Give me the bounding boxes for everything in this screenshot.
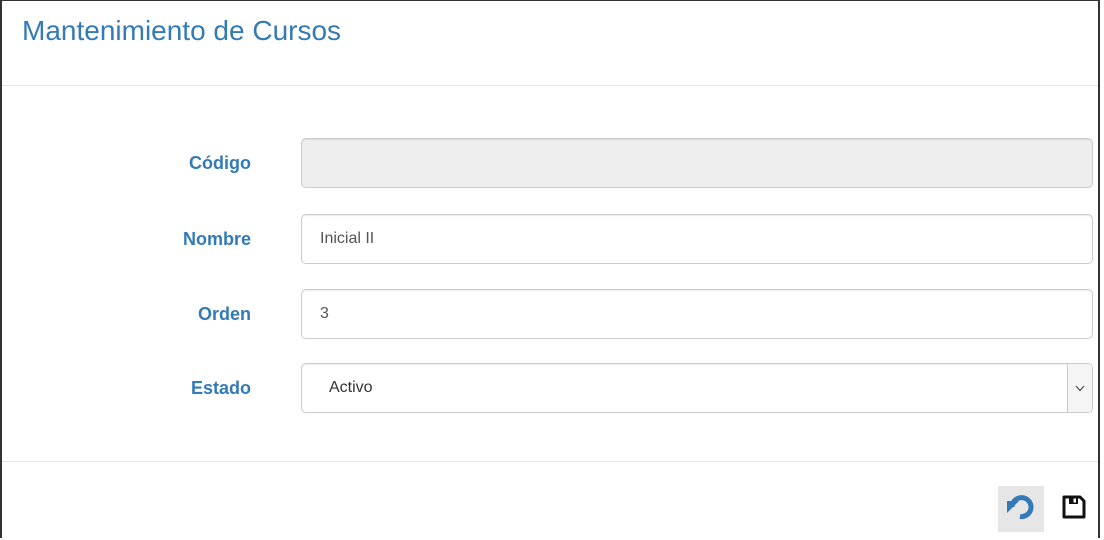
form-row-orden: Orden [2,289,1098,339]
modal-header: Mantenimiento de Cursos [2,1,1098,86]
estado-selected-value: Activo [329,379,373,396]
form-row-estado: Estado Activo [2,363,1098,413]
nombre-label: Nombre [182,229,251,249]
orden-label: Orden [197,304,251,324]
form-row-codigo: Código [2,138,1098,188]
course-maintenance-modal: Mantenimiento de Cursos Código Nombre Or… [0,0,1100,538]
form-row-nombre: Nombre [2,214,1098,264]
save-button[interactable] [1051,486,1097,532]
chevron-down-icon[interactable] [1067,364,1092,412]
undo-button[interactable] [998,486,1044,532]
undo-icon [1006,493,1036,526]
orden-input[interactable] [301,289,1093,339]
codigo-label: Código [189,153,251,173]
codigo-input[interactable] [301,138,1093,188]
modal-footer [2,461,1098,540]
save-icon [1061,494,1087,525]
estado-label: Estado [190,378,251,398]
nombre-input[interactable] [301,214,1093,264]
modal-title: Mantenimiento de Cursos [22,15,342,46]
estado-select[interactable]: Activo [301,363,1093,413]
